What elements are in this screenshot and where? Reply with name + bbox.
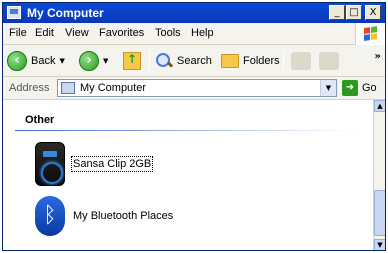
forward-arrow-icon: › bbox=[79, 51, 99, 71]
search-label: Search bbox=[177, 55, 212, 67]
address-label: Address bbox=[9, 82, 50, 94]
folders-label: Folders bbox=[243, 55, 280, 67]
back-button[interactable]: ‹ Back ▼ bbox=[7, 49, 65, 73]
group-header: Other bbox=[25, 114, 55, 126]
bluetooth-icon: ᛒ bbox=[35, 196, 65, 236]
explorer-window: My Computer _ □ X File Edit View Favorit… bbox=[2, 2, 386, 251]
address-value: My Computer bbox=[80, 82, 147, 94]
toolbar-overflow-icon[interactable]: » bbox=[375, 51, 381, 62]
forward-button[interactable]: › ▼ bbox=[79, 49, 108, 73]
windows-logo bbox=[355, 23, 385, 45]
close-button[interactable]: X bbox=[365, 5, 381, 20]
move-to-icon bbox=[291, 52, 311, 70]
up-button[interactable] bbox=[123, 49, 141, 73]
title-bar[interactable]: My Computer _ □ X bbox=[3, 3, 385, 23]
scroll-down-button[interactable]: ▼ bbox=[374, 239, 385, 250]
media-player-icon bbox=[35, 142, 65, 186]
copy-to-button[interactable] bbox=[319, 49, 339, 73]
forward-dropdown-icon[interactable]: ▼ bbox=[103, 57, 108, 65]
scroll-thumb[interactable] bbox=[374, 190, 385, 236]
toolbar-separator bbox=[283, 51, 284, 71]
scroll-up-button[interactable]: ▲ bbox=[374, 100, 385, 112]
vertical-scrollbar[interactable]: ▲ ▼ bbox=[373, 100, 385, 250]
copy-to-icon bbox=[319, 52, 339, 70]
search-icon bbox=[155, 52, 173, 70]
chevron-down-icon[interactable]: ▼ bbox=[320, 80, 336, 96]
menu-edit[interactable]: Edit bbox=[35, 27, 54, 39]
menu-help[interactable]: Help bbox=[191, 27, 214, 39]
folders-button[interactable]: Folders bbox=[221, 49, 280, 73]
menu-tools[interactable]: Tools bbox=[155, 27, 181, 39]
item-label: Sansa Clip 2GB bbox=[70, 156, 154, 172]
windows-flag-icon bbox=[364, 26, 378, 42]
list-item[interactable]: ᛒ My Bluetooth Places bbox=[35, 196, 173, 236]
my-computer-icon bbox=[61, 82, 75, 94]
toolbar: ‹ Back ▼ › ▼ Search Folders » bbox=[3, 45, 385, 77]
go-arrow-icon: ➜ bbox=[342, 80, 358, 96]
menu-favorites[interactable]: Favorites bbox=[99, 27, 144, 39]
search-button[interactable]: Search bbox=[155, 49, 212, 73]
group-divider bbox=[15, 130, 355, 131]
address-input[interactable]: My Computer ▼ bbox=[57, 79, 337, 97]
folders-icon bbox=[221, 54, 239, 68]
caption-buttons: _ □ X bbox=[329, 5, 381, 20]
address-bar: Address My Computer ▼ ➜ Go bbox=[3, 77, 385, 100]
list-item[interactable]: Sansa Clip 2GB bbox=[35, 142, 154, 186]
toolbar-separator bbox=[149, 51, 150, 71]
go-label: Go bbox=[362, 82, 377, 94]
minimize-button[interactable]: _ bbox=[329, 5, 345, 20]
maximize-button[interactable]: □ bbox=[346, 5, 362, 20]
back-dropdown-icon[interactable]: ▼ bbox=[59, 57, 64, 65]
menu-file[interactable]: File bbox=[9, 27, 27, 39]
back-arrow-icon: ‹ bbox=[7, 51, 27, 71]
go-button[interactable]: ➜ Go bbox=[342, 80, 377, 96]
file-list-pane[interactable]: Other Sansa Clip 2GB ᛒ My Bluetooth Plac… bbox=[3, 100, 373, 250]
back-label: Back bbox=[31, 55, 56, 67]
folder-up-icon bbox=[123, 52, 141, 70]
my-computer-icon bbox=[7, 6, 21, 19]
window-title: My Computer bbox=[27, 6, 104, 20]
item-label: My Bluetooth Places bbox=[73, 210, 174, 222]
menu-view[interactable]: View bbox=[65, 27, 89, 39]
menu-bar: File Edit View Favorites Tools Help bbox=[3, 23, 385, 45]
move-to-button[interactable] bbox=[291, 49, 311, 73]
